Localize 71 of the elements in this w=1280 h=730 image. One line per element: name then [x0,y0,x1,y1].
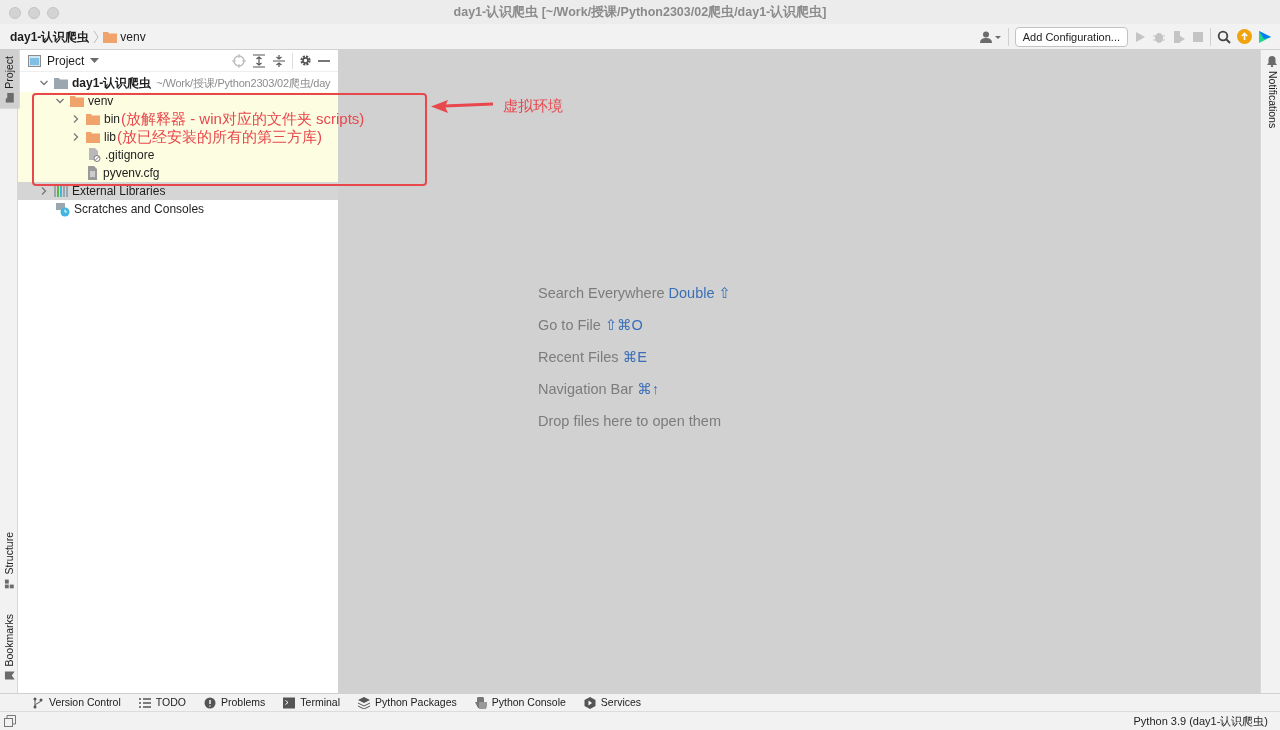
expand-all-icon[interactable] [252,53,266,68]
tab-icon [4,92,15,103]
toggle-panels-icon[interactable] [4,715,16,727]
tool-window-tab[interactable]: Python Console [472,694,568,711]
libraries-icon [54,185,68,197]
tool-window-tab[interactable]: Bookmarks [0,608,20,687]
file-icon [87,166,99,180]
folder-icon [54,77,68,89]
tool-window-tab[interactable]: Terminal [281,694,342,711]
annotation-arrow [430,99,495,113]
folder-icon [103,30,118,43]
welcome-hint: Go to File ⇧⌘O [538,315,644,335]
tree-item-label: Scratches and Consoles [74,201,205,218]
tab-icon [32,696,44,709]
welcome-hint: Drop files here to open them [538,411,722,431]
tab-icon [4,578,15,589]
welcome-hint: Navigation Bar ⌘↑ [538,379,660,399]
breadcrumb-item[interactable]: day1-认识爬虫 [10,27,90,46]
welcome-hint: Search Everywhere Double ⇧ [538,283,732,303]
update-icon[interactable] [1237,29,1252,44]
annotation-label: 虚拟环境 [503,96,563,116]
tab-icon [4,671,15,681]
tab-icon [283,696,296,709]
breadcrumb-item[interactable]: venv [120,27,146,46]
folder-icon [70,95,84,107]
tab-icon [474,696,487,709]
tab-icon [138,696,151,709]
tree-item-label: External Libraries [72,183,166,200]
tree-item-label: .gitignore [105,147,155,164]
scratches-icon [55,201,70,217]
folder-icon [86,113,100,125]
separator-icon [92,29,101,44]
tree-item-label: venv [88,93,114,110]
notifications-tab[interactable]: Notifications [1261,50,1280,135]
folder-icon [86,131,100,143]
tree-item[interactable]: Scratches and Consoles [38,200,205,218]
tree-item[interactable]: day1-认识爬虫 [38,74,152,92]
tree-item[interactable]: venv [54,92,114,110]
tree-item[interactable]: lib [70,128,116,146]
bell-icon [1266,56,1277,67]
path-label: ~/Work/授课/Python2303/02爬虫/day [156,75,331,91]
tree-item[interactable]: bin [70,110,120,128]
tool-window-tab[interactable]: Services [581,694,644,711]
collapse-all-icon[interactable] [272,53,286,68]
tool-window-tab[interactable]: Version Control [30,694,123,711]
search-icon[interactable] [1217,29,1231,44]
file-icon [87,148,101,162]
annotation-note: (放解释器 - win对应的文件夹 scripts) [121,110,365,128]
tool-window-tab[interactable]: Problems [201,694,268,711]
tree-item-label: day1-认识爬虫 [72,75,152,92]
welcome-hint: Recent Files ⌘E [538,347,648,367]
locate-icon[interactable] [232,53,246,68]
tab-icon [203,696,216,709]
window-icon [28,54,41,67]
tree-item-label: pyvenv.cfg [103,165,160,182]
annotation-note: (放已经安装的所有的第三方库) [117,128,322,146]
tool-window-tab[interactable]: Project [0,50,20,109]
user-icon[interactable] [979,30,1002,43]
add-configuration-button[interactable]: Add Configuration... [1014,26,1128,47]
interpreter-status[interactable]: Python 3.9 (day1-认识爬虫) [1133,712,1268,730]
logo-icon[interactable] [1258,29,1272,44]
tool-window-tab[interactable]: Python Packages [356,694,459,711]
tree-item-label: bin [104,111,120,128]
caret-icon[interactable] [90,57,100,64]
tree-item-label: lib [104,129,116,146]
window-title: day1-认识爬虫 [~/Work/授课/Python2303/02爬虫/day1-认识爬虫] [453,5,827,19]
settings-icon[interactable] [299,54,312,67]
panel-title[interactable]: Project [47,51,85,70]
tab-icon [583,696,596,709]
tool-window-tab[interactable]: TODO [136,694,188,711]
tab-icon [358,696,370,709]
